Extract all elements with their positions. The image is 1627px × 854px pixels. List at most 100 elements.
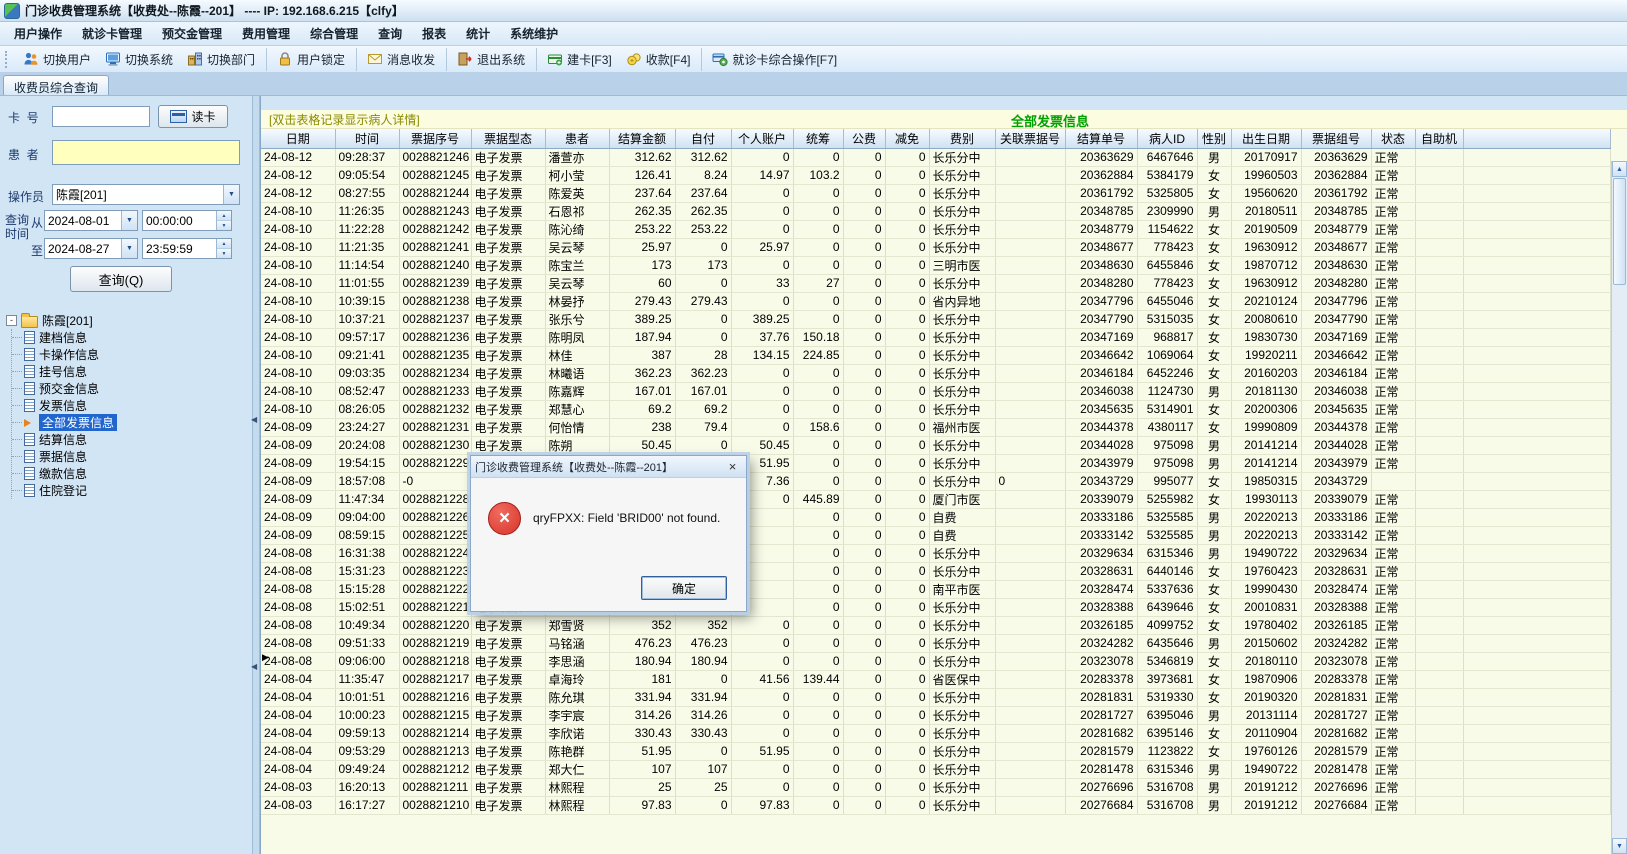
spin-down-icon[interactable] (217, 221, 231, 230)
tree-item[interactable]: 发票信息 (12, 397, 248, 414)
menu-item[interactable]: 费用管理 (232, 22, 300, 45)
col-header-public[interactable]: 公费 (843, 129, 886, 149)
table-row[interactable]: 24-08-10 11:14:54 0028821240 电子发票 陈宝兰 173 173 0… (261, 256, 1611, 275)
dropdown-arrow-icon[interactable] (121, 239, 137, 258)
read-card-button[interactable]: 读卡 (158, 105, 228, 128)
col-header-serial[interactable]: 票据序号 (399, 129, 472, 149)
collapse-arrow-icon[interactable] (251, 662, 257, 671)
table-row[interactable]: 24-08-10 11:22:28 0028821242 电子发票 陈沁绮 253.22 2… (261, 220, 1611, 239)
col-header-pool[interactable]: 统筹 (793, 129, 844, 149)
col-header-self[interactable]: 自付 (675, 129, 732, 149)
table-row[interactable]: 24-08-04 09:53:29 0028821213 电子发票 陈艳群 51.95 0 5… (261, 742, 1611, 761)
from-date-select[interactable]: 2024-08-01 (44, 210, 138, 231)
menu-item[interactable]: 查询 (368, 22, 412, 45)
scroll-up-icon[interactable] (1612, 161, 1627, 177)
table-row[interactable]: 24-08-08 10:49:34 0028821220 电子发票 郑雪贤 352 352 0… (261, 616, 1611, 635)
query-button[interactable]: 查询(Q) (70, 266, 172, 292)
table-row[interactable]: 24-08-04 11:35:47 0028821217 电子发票 卓海玲 181 0 41.… (261, 670, 1611, 689)
spin-up-icon[interactable] (217, 239, 231, 249)
table-vertical-scrollbar[interactable] (1611, 161, 1627, 854)
table-row[interactable]: 24-08-0911:47:340028821228电子发票0445.8900厦… (261, 490, 1611, 509)
scroll-down-icon[interactable] (1612, 838, 1627, 854)
operator-select[interactable]: 陈霞[201] (52, 184, 240, 205)
table-row[interactable]: 24-08-0908:59:150028821225电子发票000自费20333… (261, 526, 1611, 545)
toolbar-button[interactable]: 用户锁定 (270, 47, 358, 71)
tree-item[interactable]: 结算信息 (12, 431, 248, 448)
tree-item[interactable]: 全部发票信息 (12, 414, 248, 431)
tree-item[interactable]: 缴款信息 (12, 465, 248, 482)
col-header-amount[interactable]: 结算金额 (609, 129, 676, 149)
col-header-group[interactable]: 票据组号 (1301, 129, 1372, 149)
patient-input[interactable] (52, 140, 240, 165)
toolbar-button[interactable]: 就诊卡综合操作[F7] (705, 48, 844, 71)
tree-item[interactable]: 挂号信息 (12, 363, 248, 380)
table-row[interactable]: 24-08-12 08:27:55 0028821244 电子发票 陈爱英 237.64 2… (261, 184, 1611, 203)
tree-item[interactable]: 建档信息 (12, 329, 248, 346)
col-header-patient[interactable]: 患者 (545, 129, 610, 149)
col-header-related[interactable]: 关联票据号 (995, 129, 1066, 149)
col-header-date[interactable]: 日期 (261, 129, 336, 149)
tree-root[interactable]: 陈霞[201] (6, 312, 248, 329)
dropdown-arrow-icon[interactable] (223, 185, 239, 204)
table-row[interactable]: 24-08-0919:54:150028821229电子发票51.95000长乐… (261, 454, 1611, 473)
tree-item[interactable]: 预交金信息 (12, 380, 248, 397)
toolbar-button[interactable]: 退出系统 (450, 47, 538, 71)
toolbar-button[interactable]: 切换用户 (16, 48, 98, 71)
invoice-table[interactable]: 日期 时间 票据序号 票据型态 患者 结算金额 自付 个人账户 统筹 公费 减免 费别 关联票据号 结算单… (261, 129, 1611, 815)
col-header-type[interactable]: 票据型态 (471, 129, 546, 149)
col-header-sex[interactable]: 性别 (1197, 129, 1232, 149)
splitter[interactable] (252, 96, 260, 854)
toolbar-button[interactable]: 消息收发 (360, 47, 448, 71)
col-header-settle[interactable]: 结算单号 (1065, 129, 1138, 149)
col-header-time[interactable]: 时间 (335, 129, 400, 149)
table-row[interactable]: 24-08-0815:31:230028821223电子发票000长乐分中203… (261, 562, 1611, 581)
table-row[interactable]: 24-08-08 09:06:00 0028821218 电子发票 李思涵 180.94 1… (261, 652, 1611, 671)
table-row[interactable]: 24-08-10 10:37:21 0028821237 电子发票 张乐兮 389.25 0… (261, 310, 1611, 329)
table-row[interactable]: 24-08-04 09:59:13 0028821214 电子发票 李欣诺 330.43 3… (261, 724, 1611, 743)
table-row[interactable]: 24-08-09 23:24:27 0028821231 电子发票 何怡情 238 79.4… (261, 418, 1611, 437)
table-row[interactable]: 24-08-03 16:17:27 0028821210 电子发票 林熙程 97.83 0 9… (261, 796, 1611, 815)
table-row[interactable]: 24-08-04 10:01:51 0028821216 电子发票 陈允琪 331.94 3… (261, 688, 1611, 707)
tree-collapse-icon[interactable] (6, 315, 17, 326)
card-number-input[interactable] (52, 106, 150, 127)
menu-item[interactable]: 就诊卡管理 (72, 22, 152, 45)
table-row[interactable]: 24-08-10 08:26:05 0028821232 电子发票 郑慧心 69.2 69.… (261, 400, 1611, 419)
table-row[interactable]: 24-08-10 11:26:35 0028821243 电子发票 石恩祁 262.35 2… (261, 202, 1611, 221)
to-time-input[interactable]: 23:59:59 (142, 238, 232, 259)
menu-item[interactable]: 综合管理 (300, 22, 368, 45)
ok-button[interactable]: 确定 (641, 576, 727, 600)
table-row[interactable]: 24-08-12 09:28:37 0028821246 电子发票 潘萱亦 312.62 3… (261, 148, 1611, 167)
table-row[interactable]: 24-08-0816:31:380028821224电子发票000长乐分中203… (261, 544, 1611, 563)
toolbar-button[interactable]: 切换部门 (180, 47, 268, 71)
col-header-status[interactable]: 状态 (1371, 129, 1416, 149)
table-row[interactable]: 24-08-0909:04:000028821226电子发票000自费20333… (261, 508, 1611, 527)
col-header-pid[interactable]: 病人ID (1137, 129, 1198, 149)
spin-down-icon[interactable] (217, 249, 231, 258)
table-row[interactable]: 24-08-09 18:57:08 -0 7.36 0 0 0 长乐分中 0 20343729 99… (261, 472, 1611, 491)
table-row[interactable]: 24-08-04 10:00:23 0028821215 电子发票 李宇宸 314.26 3… (261, 706, 1611, 725)
col-header-reduce[interactable]: 减免 (885, 129, 930, 149)
tab-cashier-query[interactable]: 收费员综合查询 (3, 75, 110, 95)
menu-item[interactable]: 报表 (412, 22, 456, 45)
table-row[interactable]: 24-08-0815:15:280028821222电子发票000南平市医203… (261, 580, 1611, 599)
toolbar-button[interactable]: 收款[F4] (619, 47, 703, 71)
table-row[interactable]: 24-08-10 09:21:41 0028821235 电子发票 林佳 387 28 134… (261, 346, 1611, 365)
menu-item[interactable]: 用户操作 (4, 22, 72, 45)
table-row[interactable]: 24-08-10 10:39:15 0028821238 电子发票 林晏抒 279.43 2… (261, 292, 1611, 311)
table-row[interactable]: 24-08-10 11:01:55 0028821239 电子发票 吴云琴 60 0 33 27… (261, 274, 1611, 293)
table-row[interactable]: 24-08-09 20:24:08 0028821230 电子发票 陈朔 50.45 0 50… (261, 436, 1611, 455)
dropdown-arrow-icon[interactable] (121, 211, 137, 230)
dialog-close-icon[interactable] (723, 458, 742, 476)
time-spinner[interactable] (216, 211, 231, 230)
tree-item[interactable]: 住院登记 (12, 482, 248, 499)
tree-item[interactable]: 票据信息 (12, 448, 248, 465)
table-row[interactable]: 24-08-0815:02:510028821221电子发票000长乐分中203… (261, 598, 1611, 617)
col-header-personal[interactable]: 个人账户 (731, 129, 794, 149)
col-header-birth[interactable]: 出生日期 (1231, 129, 1302, 149)
tree-item[interactable]: 卡操作信息 (12, 346, 248, 363)
to-date-select[interactable]: 2024-08-27 (44, 238, 138, 259)
col-header-category[interactable]: 费别 (929, 129, 996, 149)
from-time-input[interactable]: 00:00:00 (142, 210, 232, 231)
collapse-arrow-icon[interactable] (251, 415, 257, 424)
toolbar-button[interactable]: 建卡[F3] (540, 48, 619, 71)
